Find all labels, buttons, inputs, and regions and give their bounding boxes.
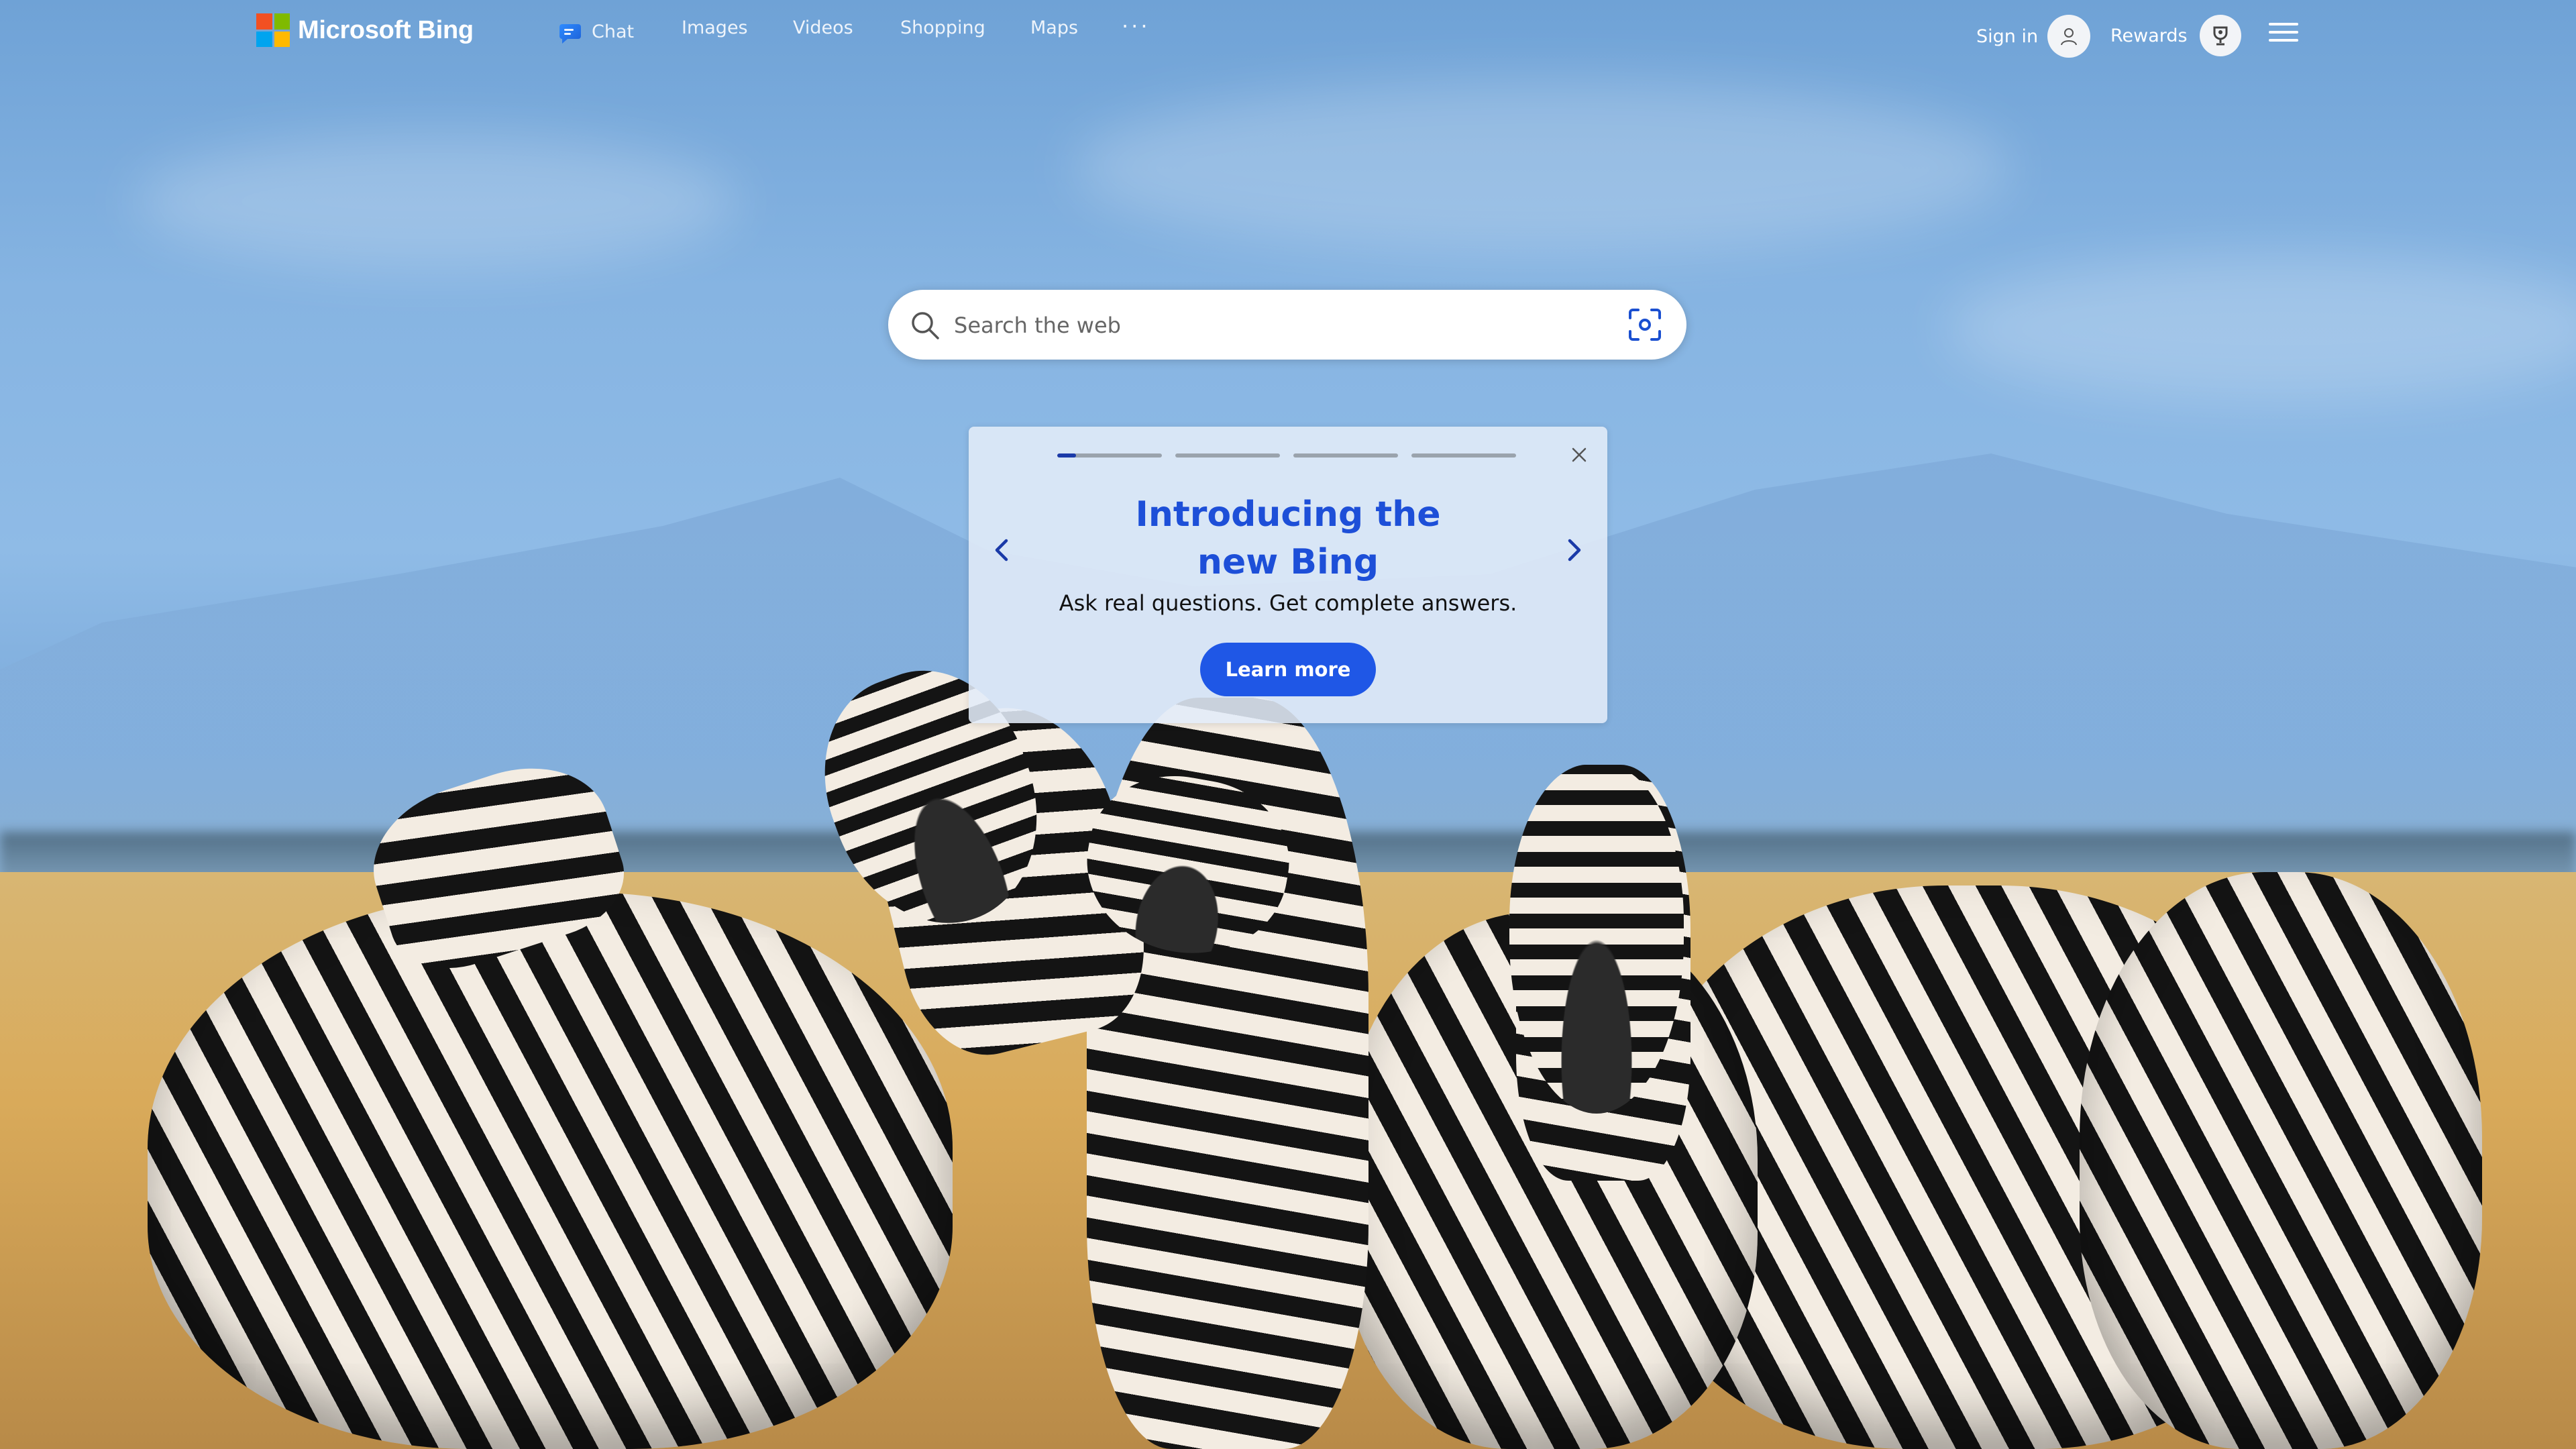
new-bing-promo-card: Introducing the new Bing Ask real questi… [969, 427, 1607, 723]
nav-images[interactable]: Images [682, 17, 748, 38]
bing-homepage: Microsoft Bing Chat Images Videos Shoppi… [0, 0, 2576, 1449]
slide-indicator[interactable] [1175, 453, 1280, 458]
learn-more-button[interactable]: Learn more [1200, 643, 1376, 696]
top-header: Microsoft Bing Chat Images Videos Shoppi… [0, 0, 2576, 62]
search-icon[interactable] [908, 309, 942, 342]
sign-in-label: Sign in [1976, 25, 2039, 47]
slide-indicator[interactable] [1411, 453, 1516, 458]
nav-more-button[interactable]: ··· [1122, 13, 1150, 39]
chevron-left-icon[interactable] [987, 529, 1014, 572]
slide-progress [1057, 453, 1516, 458]
chevron-right-icon[interactable] [1562, 529, 1589, 572]
nav-maps[interactable]: Maps [1030, 17, 1078, 38]
slide-indicator[interactable] [1293, 453, 1398, 458]
promo-title: Introducing the new Bing [1135, 494, 1441, 582]
rewards-label: Rewards [2110, 25, 2188, 46]
nav-videos[interactable]: Videos [793, 17, 853, 38]
nav-chat-label: Chat [592, 21, 635, 42]
slide-indicator[interactable] [1057, 453, 1162, 458]
promo-subtitle: Ask real questions. Get complete answers… [1059, 590, 1517, 616]
copilot-chat-icon [559, 24, 581, 44]
visual-search-icon[interactable] [1626, 306, 1664, 343]
user-avatar-icon [2047, 15, 2091, 58]
bing-logo-link[interactable]: Microsoft Bing [256, 13, 474, 47]
search-input[interactable] [953, 302, 1572, 349]
brand-name: Microsoft Bing [298, 15, 474, 44]
rewards-button[interactable]: Rewards [2110, 15, 2241, 56]
nav-shopping[interactable]: Shopping [900, 17, 985, 38]
sign-in-button[interactable]: Sign in [1976, 15, 2091, 58]
search-box [888, 290, 1686, 360]
rewards-trophy-icon [2199, 15, 2241, 56]
microsoft-logo-icon [256, 13, 290, 47]
nav-chat[interactable]: Chat [558, 17, 634, 46]
close-icon[interactable] [1567, 443, 1591, 467]
hamburger-menu-icon[interactable] [2267, 20, 2300, 44]
